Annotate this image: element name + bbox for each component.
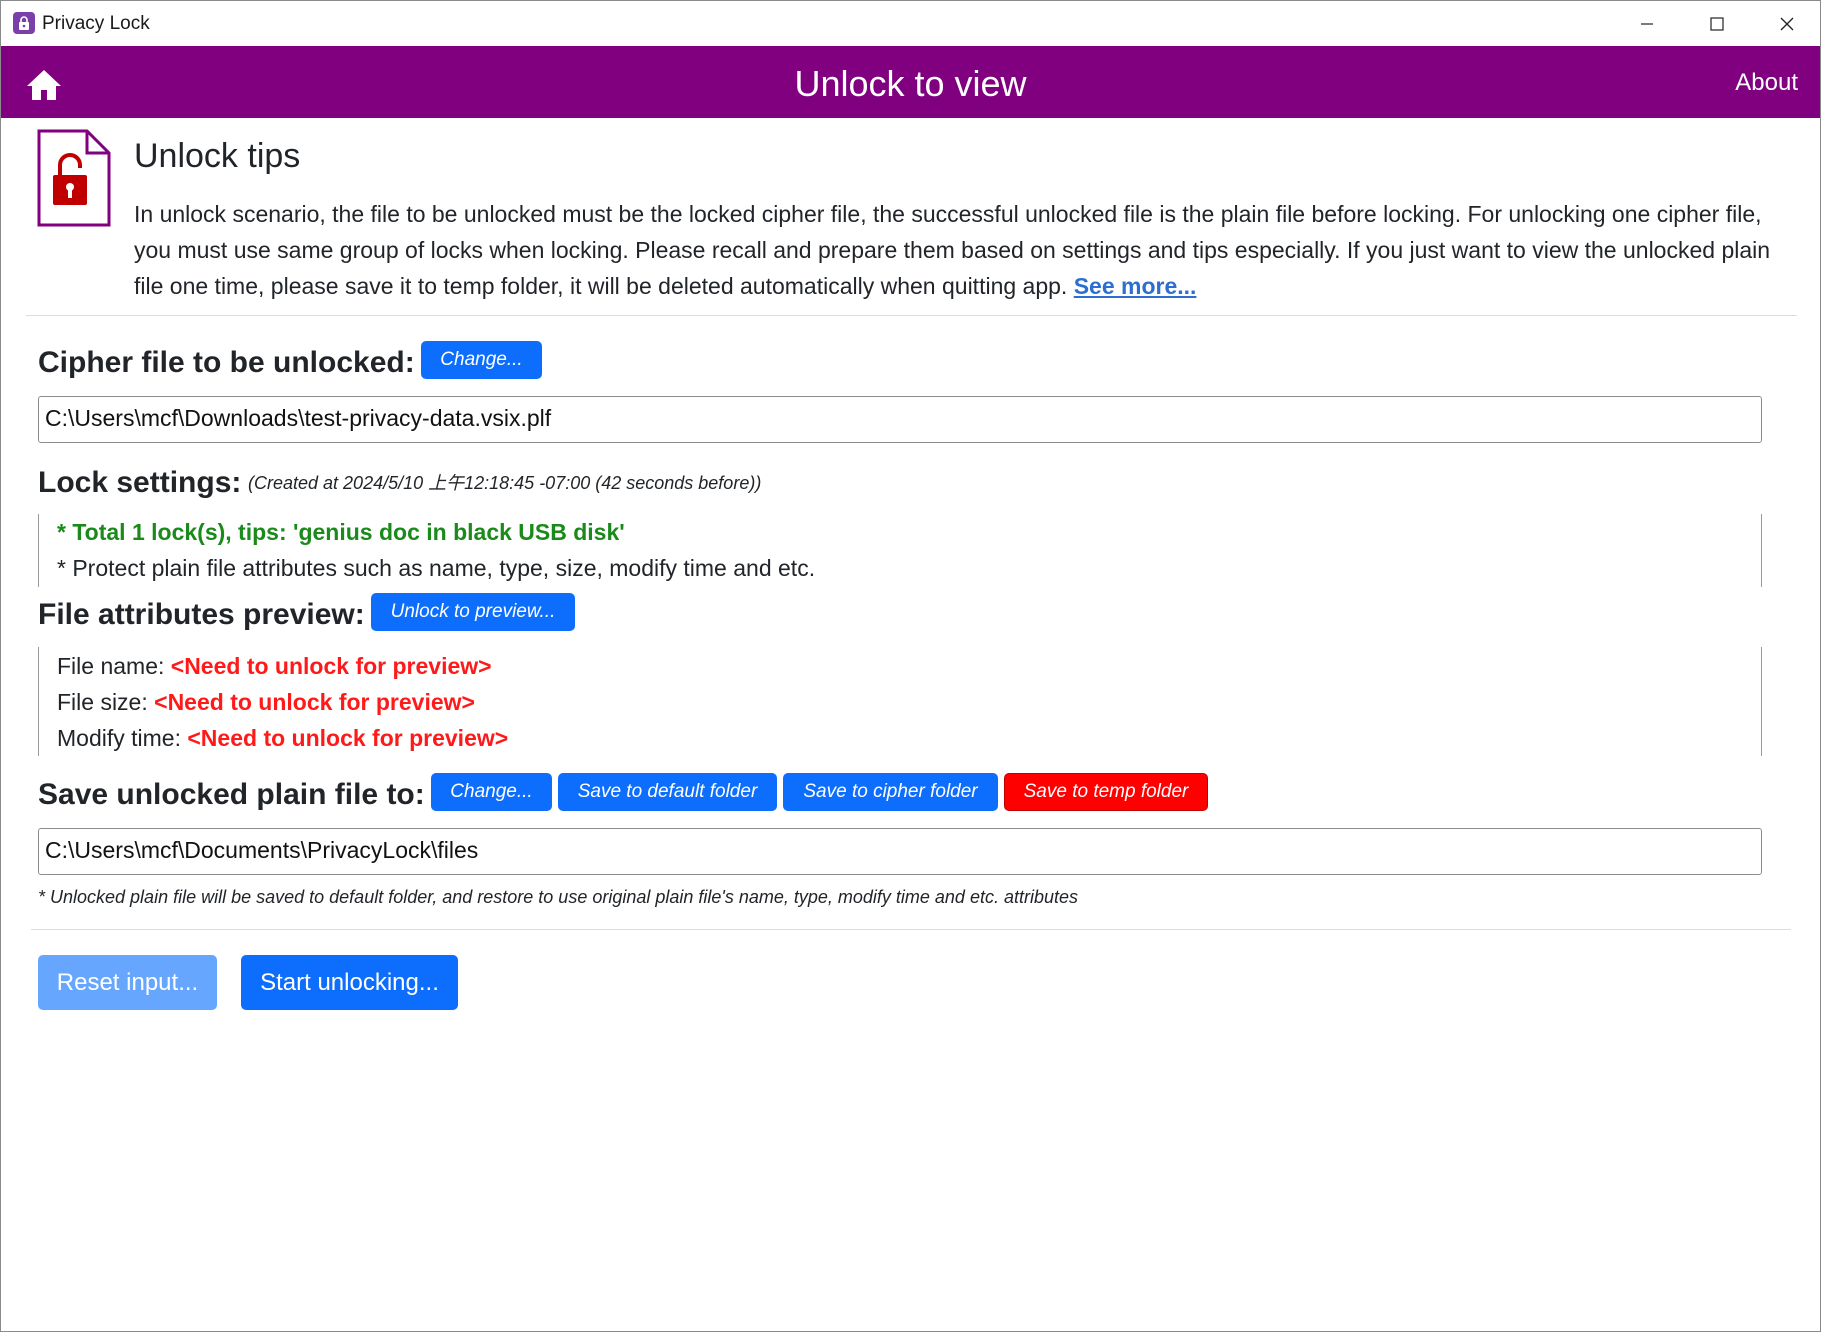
preview-key: File name: [57,653,165,679]
minimize-button[interactable] [1612,1,1682,46]
preview-label: File attributes preview: [38,598,365,631]
minimize-icon [1641,22,1653,25]
cipher-path-input[interactable]: C:\Users\mcf\Downloads\test-privacy-data… [38,396,1762,443]
preview-value: <Need to unlock for preview> [170,653,492,679]
save-location-label: Save unlocked plain file to: [38,778,425,811]
tips-text: In unlock scenario, the file to be unloc… [134,196,1774,304]
start-unlocking-button[interactable]: Start unlocking... [241,955,458,1010]
preview-value: <Need to unlock for preview> [187,725,509,751]
protect-attributes-text: * Protect plain file attributes such as … [57,555,816,581]
app-lock-icon [13,12,35,34]
unlock-to-preview-button[interactable]: Unlock to preview... [371,593,575,631]
save-cipher-folder-button[interactable]: Save to cipher folder [783,773,998,811]
save-note: * Unlocked plain file will be saved to d… [38,887,1079,907]
page-title: Unlock to view [794,63,1027,104]
preview-row-modify-time: Modify time: <Need to unlock for preview… [57,725,508,752]
save-change-button[interactable]: Change... [431,773,552,811]
maximize-button[interactable] [1682,1,1752,46]
app-header: Unlock to view About [1,46,1820,118]
maximize-icon [1710,16,1724,31]
unlock-file-icon [37,129,111,232]
total-locks-text: * Total 1 lock(s), tips: 'genius doc in … [57,519,625,545]
cipher-file-label: Cipher file to be unlocked: [38,346,415,379]
preview-key: File size: [57,689,148,715]
lock-settings-box: * Total 1 lock(s), tips: 'genius doc in … [38,514,1762,587]
save-temp-folder-button[interactable]: Save to temp folder [1004,773,1208,811]
preview-row-file-size: File size: <Need to unlock for preview> [57,689,475,716]
app-window: Privacy Lock Unlock to view About Unlock… [0,0,1821,1332]
title-bar: Privacy Lock [1,1,1820,46]
preview-value: <Need to unlock for preview> [154,689,475,715]
reset-input-button[interactable]: Reset input... [38,955,217,1010]
window-title: Privacy Lock [42,13,150,34]
tips-body: In unlock scenario, the file to be unloc… [134,201,1771,299]
see-more-link[interactable]: See more... [1074,273,1197,299]
save-default-folder-button[interactable]: Save to default folder [558,773,777,811]
close-icon [1780,17,1794,30]
cipher-change-button[interactable]: Change... [421,341,542,379]
about-link[interactable]: About [1735,69,1798,97]
lock-created-note: (Created at 2024/5/10 上午12:18:45 -07:00 … [248,473,762,493]
preview-box: File name: <Need to unlock for preview> … [38,647,1762,756]
save-path-input[interactable]: C:\Users\mcf\Documents\PrivacyLock\files [38,828,1762,875]
preview-row-file-name: File name: <Need to unlock for preview> [57,653,492,680]
close-button[interactable] [1752,1,1820,46]
lock-settings-label: Lock settings: [38,466,242,499]
tips-title: Unlock tips [134,137,301,175]
divider [26,315,1797,316]
preview-key: Modify time: [57,725,181,751]
divider [31,929,1791,930]
